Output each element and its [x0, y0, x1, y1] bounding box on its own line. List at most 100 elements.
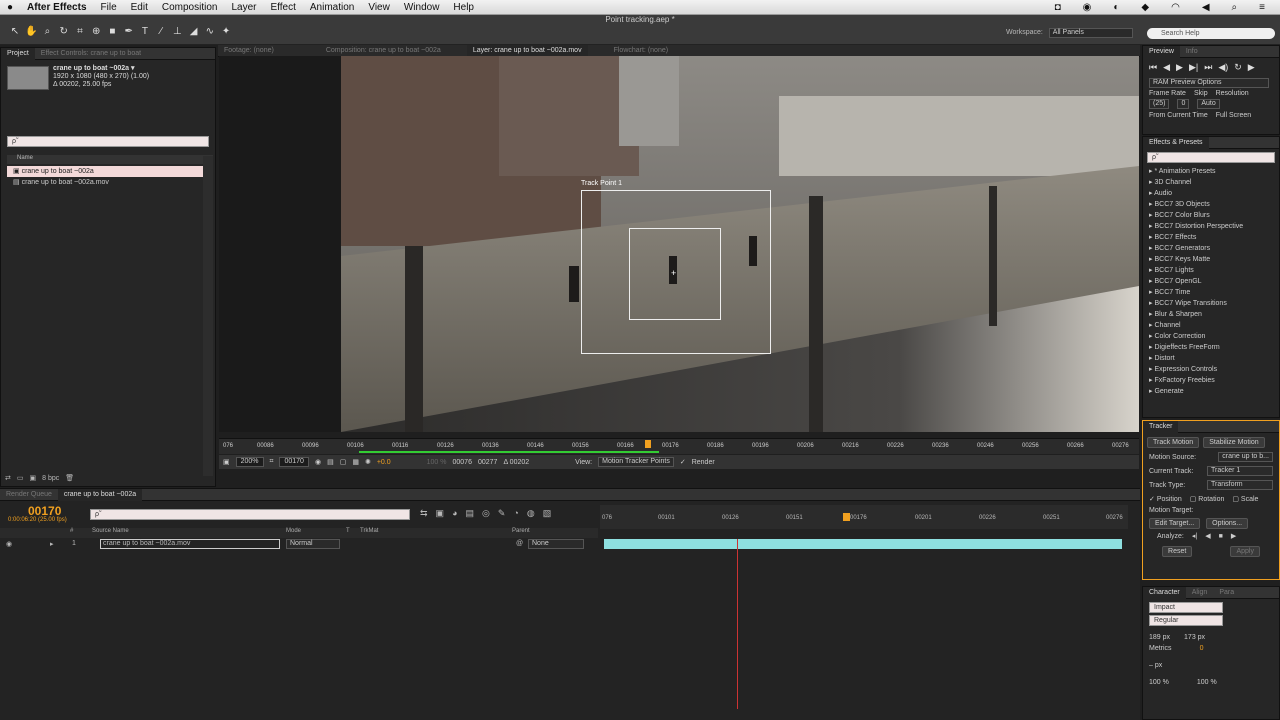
horizontal-scale-field[interactable]: 100 % [1197, 677, 1217, 688]
scale-checkbox[interactable]: ▢ Scale [1232, 494, 1258, 505]
menu-layer[interactable]: Layer [224, 2, 263, 13]
status-icon-3[interactable]: ◐ [1106, 2, 1126, 13]
effects-category[interactable]: ▸ BCC7 Wipe Transitions [1143, 298, 1279, 309]
tab-layer[interactable]: Layer: crane up to boat ~002a.mov [466, 44, 588, 57]
effects-category[interactable]: ▸ Channel [1143, 320, 1279, 331]
skip-dropdown[interactable]: 0 [1177, 99, 1190, 109]
menu-help[interactable]: Help [446, 2, 481, 13]
motion-blur-icon[interactable]: ◎ [482, 508, 490, 519]
effects-category[interactable]: ▸ BCC7 Generators [1143, 243, 1279, 254]
leading-field[interactable]: 173 px [1184, 632, 1205, 643]
tab-flowchart[interactable]: Flowchart: (none) [608, 47, 674, 54]
brush-tool-icon[interactable]: ∕ [155, 26, 167, 38]
col-parent[interactable]: Parent [512, 528, 530, 534]
graph-editor-icon[interactable]: ◔ [513, 508, 518, 519]
rotation-checkbox[interactable]: ▢ Rotation [1190, 494, 1225, 505]
position-checkbox[interactable]: ✓ Position [1149, 494, 1182, 505]
project-item-comp[interactable]: ▣ crane up to boat ~002a [7, 166, 203, 177]
col-index[interactable]: # [70, 528, 73, 534]
grid-icon[interactable]: ⌗ [270, 458, 274, 466]
layer-name[interactable]: crane up to boat ~002a.mov [100, 539, 280, 549]
vertical-scale-field[interactable]: 100 % [1149, 677, 1169, 688]
selection-tool-icon[interactable]: ↖ [9, 26, 21, 38]
menu-composition[interactable]: Composition [155, 2, 225, 13]
zoom-dropdown[interactable]: 200% [235, 457, 264, 467]
menu-effect[interactable]: Effect [263, 2, 302, 13]
roto-brush-tool-icon[interactable]: ∿ [204, 26, 216, 38]
tab-timeline-comp[interactable]: crane up to boat ~002a [57, 488, 143, 501]
effects-category[interactable]: ▸ * Animation Presets [1143, 166, 1279, 177]
col-source-name[interactable]: Source Name [92, 528, 129, 534]
stroke-width-field[interactable]: – px [1143, 660, 1279, 671]
project-scrollbar[interactable] [203, 156, 213, 476]
composition-settings-icon[interactable]: ▧ [543, 508, 552, 519]
track-point-crosshair-icon[interactable]: + [671, 268, 676, 278]
loop-icon[interactable]: ↻ [1234, 62, 1242, 73]
font-size-field[interactable]: 189 px [1149, 632, 1170, 643]
status-icon-2[interactable]: ◉ [1076, 2, 1099, 13]
effects-category[interactable]: ▸ Blur & Sharpen [1143, 309, 1279, 320]
rectangle-tool-icon[interactable]: ■ [106, 26, 118, 38]
analyze-back-1-icon[interactable]: ◂| [1192, 531, 1197, 542]
ram-options-dropdown[interactable]: RAM Preview Options [1149, 78, 1269, 88]
rotate-tool-icon[interactable]: ↻ [58, 26, 70, 38]
effects-category[interactable]: ▸ BCC7 OpenGL [1143, 276, 1279, 287]
project-item-footage[interactable]: ▤ crane up to boat ~002a.mov [7, 177, 203, 188]
camera-tool-icon[interactable]: ⌗ [74, 26, 86, 38]
volume-icon[interactable]: ◀ [1195, 2, 1217, 13]
frame-blending-icon[interactable]: ▤ [466, 508, 475, 519]
stabilize-motion-button[interactable]: Stabilize Motion [1203, 437, 1265, 448]
menu-view[interactable]: View [361, 2, 397, 13]
tab-composition[interactable]: Composition: crane up to boat ~002a [320, 47, 447, 54]
ram-preview-icon[interactable]: ▶ [1248, 62, 1255, 73]
effects-category[interactable]: ▸ 3D Channel [1143, 177, 1279, 188]
col-mode[interactable]: Mode [286, 528, 301, 534]
project-search-input[interactable]: ρ˜ [7, 136, 209, 147]
effects-category[interactable]: ▸ BCC7 Time [1143, 287, 1279, 298]
current-track-dropdown[interactable]: Tracker 1 [1207, 466, 1273, 476]
always-preview-icon[interactable]: ▣ [223, 458, 230, 466]
audio-icon[interactable]: ◀) [1218, 62, 1228, 73]
pan-behind-tool-icon[interactable]: ⊕ [90, 26, 102, 38]
effects-category[interactable]: ▸ Expression Controls [1143, 364, 1279, 375]
tab-footage[interactable]: Footage: (none) [218, 47, 280, 54]
ram-preview-options[interactable]: RAM Preview Options [1143, 77, 1279, 88]
apple-menu-icon[interactable]: ● [0, 2, 20, 13]
reset-button[interactable]: Reset [1162, 546, 1193, 557]
status-icon-4[interactable]: ◆ [1134, 2, 1156, 13]
workspace-selector[interactable]: Workspace: All Panels [1006, 28, 1133, 38]
shy-icon[interactable]: ◕ [452, 508, 457, 519]
effects-category[interactable]: ▸ BCC7 Effects [1143, 232, 1279, 243]
full-screen-checkbox[interactable]: Full Screen [1216, 110, 1251, 121]
from-current-checkbox[interactable]: From Current Time [1149, 110, 1208, 121]
frame-rate-dropdown[interactable]: (25) [1149, 99, 1170, 109]
tab-tracker[interactable]: Tracker [1143, 420, 1179, 433]
analyze-forward-icon[interactable]: ▶ [1231, 531, 1236, 542]
channel-icon[interactable]: ▤ [327, 458, 334, 466]
timeline-timecode[interactable]: 00170 [28, 504, 61, 518]
menu-edit[interactable]: Edit [124, 2, 155, 13]
motion-source-dropdown[interactable]: crane up to b... [1218, 452, 1273, 462]
effects-category[interactable]: ▸ BCC7 Distortion Perspective [1143, 221, 1279, 232]
new-folder-icon[interactable]: ▭ [17, 474, 24, 482]
layer-expand-icon[interactable]: ▸ [50, 540, 54, 548]
effects-category[interactable]: ▸ BCC7 Keys Matte [1143, 254, 1279, 265]
last-frame-icon[interactable]: ⏭ [1204, 62, 1212, 73]
track-type-dropdown[interactable]: Transform [1207, 480, 1273, 490]
menu-file[interactable]: File [94, 2, 124, 13]
transparency-icon[interactable]: ▦ [352, 458, 359, 466]
edit-target-button[interactable]: Edit Target... [1149, 518, 1201, 529]
viewer-time-ruler[interactable]: 076 00086 00096 00106 00116 00126 00136 … [219, 438, 1139, 454]
resolution-dropdown[interactable]: Auto [1197, 99, 1220, 109]
comp-mini-flowchart-icon[interactable]: ⇆ [420, 508, 428, 519]
effects-category[interactable]: ▸ BCC7 3D Objects [1143, 199, 1279, 210]
eraser-tool-icon[interactable]: ◢ [188, 26, 200, 38]
effects-category[interactable]: ▸ Distort [1143, 353, 1279, 364]
effects-search-input[interactable]: ρ˜ [1147, 152, 1275, 163]
parent-pickwhip-icon[interactable]: @ [516, 540, 523, 547]
app-menu[interactable]: After Effects [20, 2, 93, 13]
next-frame-icon[interactable]: ▶| [1189, 62, 1198, 73]
prev-frame-icon[interactable]: ◀ [1163, 62, 1170, 73]
list-icon[interactable]: ≡ [1252, 2, 1272, 13]
first-frame-icon[interactable]: ⏮ [1149, 62, 1157, 73]
